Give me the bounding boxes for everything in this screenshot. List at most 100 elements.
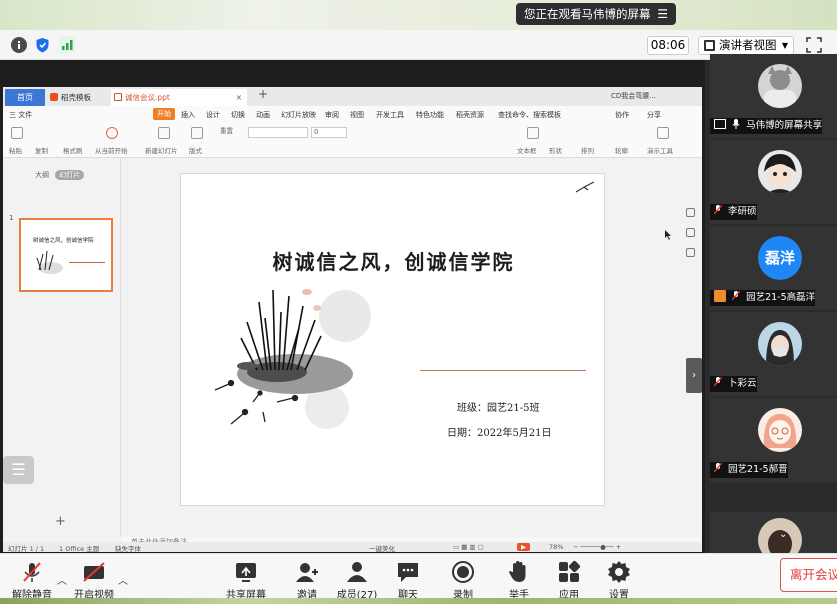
speaker-view-icon: [704, 40, 715, 51]
copy-icon[interactable]: [686, 248, 695, 257]
raise-hand-button[interactable]: 举手: [506, 560, 532, 601]
thumb-line: [69, 262, 105, 263]
star-icon[interactable]: [686, 228, 695, 237]
floating-menu-icon[interactable]: ☰: [3, 456, 34, 484]
menu-slideshow[interactable]: 幻灯片放映: [281, 110, 316, 120]
new-slide-icon[interactable]: [158, 127, 170, 139]
slide-class-line: 班级：园艺21-5班: [457, 403, 540, 414]
status-slide-count: 幻灯片 1 / 1: [8, 545, 45, 553]
participant-tile[interactable]: 马伟博的屏幕共享: [710, 54, 837, 138]
tab-outline[interactable]: 大纲: [35, 171, 49, 179]
reset-label[interactable]: 重置: [220, 125, 233, 135]
menu-transition[interactable]: 切换: [231, 110, 245, 120]
participant-tile[interactable]: 园艺21-5郝晋: [710, 398, 837, 482]
mic-muted-icon: [731, 290, 741, 301]
participant-tile[interactable]: 磊洋 园艺21-5高磊洋: [710, 226, 837, 310]
menu-collab[interactable]: 协作: [615, 110, 629, 120]
arrange-label: 排列: [581, 147, 594, 155]
menu-animation[interactable]: 动画: [256, 110, 270, 120]
user-account[interactable]: CD我会弯腰...: [611, 91, 656, 101]
members-button[interactable]: 成员(27): [336, 560, 378, 601]
panel-tabs: 大纲 幻灯片: [7, 170, 85, 180]
play-from-current-icon[interactable]: [106, 127, 118, 139]
participant-tile-partial[interactable]: [710, 512, 837, 562]
apps-button[interactable]: 应用: [556, 560, 582, 601]
slide-divider-line: [420, 370, 586, 371]
leave-meeting-button[interactable]: 离开会议: [780, 558, 837, 592]
chat-button[interactable]: 聊天: [395, 560, 421, 601]
close-tab-icon[interactable]: ×: [236, 89, 242, 106]
menu-developer[interactable]: 开发工具: [376, 110, 404, 120]
command-search[interactable]: 查找命令、搜索模板: [498, 110, 561, 120]
shape-label: 形状: [549, 147, 562, 155]
mic-muted-icon: [713, 462, 723, 473]
paste-label: 粘贴: [9, 147, 22, 155]
menu-resources[interactable]: 稻壳资源: [456, 110, 484, 120]
right-side-tools: [686, 208, 700, 268]
layout-icon[interactable]: [191, 127, 203, 139]
invite-button[interactable]: 邀请: [292, 560, 322, 601]
menu-view[interactable]: 视图: [350, 110, 364, 120]
record-button[interactable]: 录制: [450, 560, 476, 601]
meeting-controls: 解除静音 ︿ 开启视频 ︿ 共享屏幕 邀请 成员(27) 聊天 录制 举手 应用…: [0, 553, 837, 604]
thumb-title: 树诚信之风，创诚信学院: [33, 238, 94, 244]
raise-hand-icon: [509, 561, 526, 582]
viewing-banner-text: 您正在观看马伟博的屏幕: [524, 7, 651, 21]
unmute-button[interactable]: 解除静音: [10, 560, 54, 601]
signal-icon[interactable]: [59, 36, 75, 53]
add-tab-icon[interactable]: +: [258, 87, 268, 101]
view-mode-dropdown[interactable]: 演讲者视图 ▼: [698, 36, 794, 55]
participant-name: 李研硕: [710, 204, 757, 220]
menu-design[interactable]: 设计: [206, 110, 220, 120]
settings-button[interactable]: 设置: [606, 560, 632, 601]
user-account-label: CD我会弯腰...: [611, 92, 656, 100]
chevron-down-icon: ▼: [781, 41, 788, 50]
scroll-down-icon[interactable]: ⌄: [779, 529, 787, 540]
wps-tabbar: 首页 稻壳模板 诚信会议.ppt × + CD我会弯腰...: [3, 87, 702, 106]
slide-thumbnail[interactable]: 树诚信之风，创诚信学院: [19, 218, 113, 292]
info-icon[interactable]: [11, 37, 27, 53]
avatar-photo-cat: [758, 64, 802, 108]
participant-name: 园艺21-5郝晋: [710, 462, 788, 478]
presentation-tools-icon[interactable]: [657, 127, 669, 139]
start-video-button[interactable]: 开启视频: [70, 560, 118, 601]
slide-edit-area: 树诚信之风，创诚信学院 班级：园艺21-5班 日期：2022年5月21日: [121, 158, 683, 537]
menu-file[interactable]: 三 文件: [9, 110, 32, 120]
slide-canvas[interactable]: 树诚信之风，创诚信学院 班级：园艺21-5班 日期：2022年5月21日: [180, 173, 605, 506]
menu-home[interactable]: 开始: [153, 108, 175, 120]
collapse-panel-button[interactable]: ›: [686, 358, 702, 393]
share-screen-button[interactable]: 共享屏幕: [224, 560, 268, 601]
font-size-field[interactable]: 0: [311, 127, 347, 138]
tab-home[interactable]: 首页: [5, 89, 45, 106]
participant-tile[interactable]: 卜彩云: [710, 312, 837, 396]
new-slide-label: 新建幻灯片: [145, 147, 178, 155]
tab-slides[interactable]: 幻灯片: [55, 170, 85, 180]
tab-templates[interactable]: 稻壳模板: [47, 90, 109, 105]
mouse-cursor-icon: [665, 230, 671, 240]
copy-label: 复制: [35, 147, 48, 155]
audio-options-chevron[interactable]: ︿: [57, 572, 67, 587]
textbox-icon[interactable]: [527, 127, 539, 139]
gear-icon: [608, 561, 630, 583]
status-beautify[interactable]: 一键美化: [369, 543, 395, 553]
paste-icon[interactable]: [11, 127, 23, 139]
tab-document[interactable]: 诚信会议.ppt ×: [111, 89, 247, 106]
ink-painting: [214, 289, 371, 429]
slideshow-play-icon[interactable]: ▶: [517, 543, 530, 551]
record-icon: [452, 561, 474, 583]
menu-review[interactable]: 审阅: [325, 110, 339, 120]
participant-tile[interactable]: 李研硕: [710, 140, 837, 224]
zoom-slider[interactable]: − ─────●── +: [573, 543, 621, 551]
menu-insert[interactable]: 插入: [181, 110, 195, 120]
fullscreen-icon[interactable]: [806, 37, 822, 53]
shield-icon[interactable]: [35, 37, 50, 53]
menu-icon[interactable]: ☰: [657, 3, 668, 25]
property-icon[interactable]: [686, 208, 695, 217]
add-slide-icon[interactable]: +: [55, 514, 66, 529]
menu-features[interactable]: 特色功能: [416, 110, 444, 120]
menu-share[interactable]: 分享: [647, 110, 661, 120]
video-options-chevron[interactable]: ︿: [118, 572, 128, 587]
status-missing-font[interactable]: 缺失字体: [115, 543, 141, 553]
normal-view-icon[interactable]: ▭ ▦ ▥ ▢: [453, 543, 484, 551]
font-name-field[interactable]: [248, 127, 308, 138]
